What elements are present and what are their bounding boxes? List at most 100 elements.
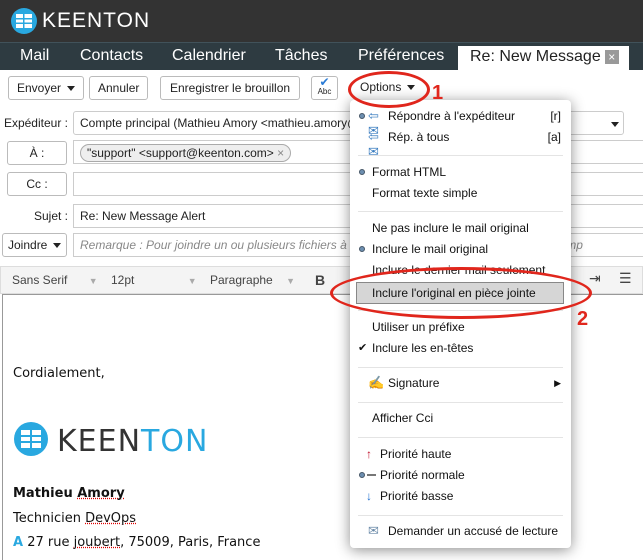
address-icon: A <box>13 535 24 550</box>
divider <box>358 155 563 156</box>
indent-icon[interactable]: ⇥ <box>589 270 601 287</box>
address-text: 27 rue <box>27 535 70 550</box>
check-icon: ✔ <box>319 75 330 89</box>
tab-contacts[interactable]: Contacts <box>80 47 143 65</box>
cancel-button[interactable]: Annuler <box>89 76 149 100</box>
subject-label: Sujet : <box>33 209 68 223</box>
menu-item-priority-low[interactable]: ↓ Priorité basse <box>350 486 571 506</box>
svg-text:KEENTON: KEENTON <box>57 424 208 457</box>
shortcut: [r] <box>550 109 561 123</box>
check-icon: ✔ <box>358 342 368 354</box>
size-value: 12pt <box>111 273 135 287</box>
attach-label: Joindre <box>8 238 48 252</box>
item-label: Inclure le mail original <box>372 242 489 256</box>
title-role: DevOps <box>85 511 137 526</box>
list-icon[interactable]: ☰ <box>619 270 632 287</box>
font-value: Sans Serif <box>12 273 68 287</box>
chevron-down-icon: ▼ <box>286 276 295 286</box>
radio-dot-icon <box>359 169 365 175</box>
tab-preferences[interactable]: Préférences <box>358 47 444 65</box>
remove-icon[interactable]: × <box>277 146 284 160</box>
first-name: Mathieu <box>13 486 73 501</box>
chevron-down-icon <box>67 86 76 92</box>
chevron-down-icon: ▼ <box>187 276 197 286</box>
main-tabs: Mail Contacts Calendrier Tâches Préféren… <box>0 42 643 71</box>
menu-item-include-headers[interactable]: ✔ Inclure les en-têtes <box>350 338 571 358</box>
tab-mail[interactable]: Mail <box>20 47 49 65</box>
address-street: joubert <box>73 535 121 550</box>
menu-item-read-receipt[interactable]: ✉ Demander un accusé de lecture <box>350 521 571 541</box>
annotation-circle-attachment <box>330 267 592 319</box>
read-receipt-icon: ✉ <box>368 523 379 538</box>
item-label: Format HTML <box>372 165 447 179</box>
attach-button[interactable]: Joindre <box>2 233 68 257</box>
spellcheck-label: Abc <box>317 87 332 96</box>
annotation-step-2: 2 <box>577 308 589 330</box>
keenton-logo-icon <box>11 8 37 34</box>
menu-item-reply-all[interactable]: ⇦✉ Rép. à tous [a] <box>350 127 571 159</box>
menu-item-signature[interactable]: ✍ Signature ▶ <box>350 373 571 393</box>
menu-item-format-text[interactable]: Format texte simple <box>350 183 571 203</box>
divider <box>358 437 563 438</box>
format-value: Paragraphe <box>210 273 273 287</box>
chevron-down-icon <box>53 243 62 249</box>
signature-name: Mathieu Amory <box>13 486 125 501</box>
submenu-arrow-icon: ▶ <box>554 378 561 388</box>
menu-item-prefix[interactable]: Utiliser un préfixe <box>350 317 571 337</box>
annotation-circle-options <box>348 71 430 108</box>
item-label: Rép. à tous <box>388 130 450 144</box>
font-select[interactable]: Sans Serif ▼ <box>12 273 98 287</box>
signature-address: A 27 rue joubert, 75009, Paris, France <box>13 535 260 550</box>
last-name: Amory <box>77 486 125 501</box>
app-header: KEENTON <box>0 0 643 42</box>
item-label: Signature <box>388 376 440 390</box>
bold-button[interactable]: B <box>315 272 325 288</box>
spellcheck-button[interactable]: ✔ Abc <box>311 76 338 100</box>
item-label: Utiliser un préfixe <box>372 320 465 334</box>
item-label: Afficher Cci <box>372 411 434 425</box>
menu-item-no-original[interactable]: Ne pas inclure le mail original <box>350 218 571 238</box>
item-label: Demander un accusé de lecture <box>388 524 559 538</box>
signature-title: Technicien DevOps <box>13 511 136 526</box>
size-select[interactable]: 12pt ▼ <box>111 273 197 287</box>
item-label: Priorité haute <box>380 447 452 461</box>
item-label: Format texte simple <box>372 186 478 200</box>
options-menu: ⇦✉ Répondre à l'expéditeur [r] ⇦✉ Rép. à to… <box>350 100 571 548</box>
signature-logo: KEENTON <box>13 421 223 460</box>
format-select[interactable]: Paragraphe ▼ <box>210 273 295 287</box>
divider <box>358 367 563 368</box>
radio-dot-icon <box>359 113 365 119</box>
from-label: Expéditeur : <box>3 116 68 130</box>
send-button[interactable]: Envoyer <box>8 76 85 100</box>
chevron-down-icon: ▼ <box>88 276 98 286</box>
tab-calendar[interactable]: Calendrier <box>172 47 246 65</box>
send-label: Envoyer <box>17 81 62 95</box>
arrow-up-icon: ↑ <box>366 447 372 461</box>
closing-text: Cordialement, <box>13 366 105 381</box>
save-draft-button[interactable]: Enregistrer le brouillon <box>160 76 301 100</box>
item-label: Priorité normale <box>380 468 465 482</box>
menu-item-priority-high[interactable]: ↑ Priorité haute <box>350 444 571 464</box>
divider <box>358 211 563 212</box>
menu-item-show-bcc[interactable]: Afficher Cci <box>350 408 571 428</box>
logo: KEENTON <box>10 7 160 35</box>
annotation-step-1: 1 <box>432 82 444 104</box>
close-icon[interactable]: × <box>604 49 619 64</box>
shortcut: [a] <box>547 130 561 144</box>
brand-name: KEENTON <box>42 9 151 32</box>
menu-item-format-html[interactable]: Format HTML <box>350 162 571 182</box>
recipient-chip: "support" <support@keenton.com> × <box>80 144 292 162</box>
tab-new-message[interactable]: Re: New Message × <box>458 46 629 71</box>
menu-item-priority-normal[interactable]: Priorité normale <box>350 465 571 485</box>
chevron-down-icon <box>611 122 619 127</box>
tab-tasks[interactable]: Tâches <box>275 47 327 65</box>
cc-button[interactable]: Cc : <box>7 172 67 196</box>
radio-dot-icon <box>359 472 365 478</box>
item-label: Ne pas inclure le mail original <box>372 221 529 235</box>
menu-item-reply[interactable]: ⇦✉ Répondre à l'expéditeur [r] <box>350 106 571 138</box>
divider <box>358 515 563 516</box>
tab-label: Re: New Message <box>470 48 601 65</box>
menu-item-include-original[interactable]: Inclure le mail original <box>350 239 571 259</box>
to-button[interactable]: À : <box>7 141 67 165</box>
keenton-logo-icon: KEENTON <box>14 422 208 459</box>
